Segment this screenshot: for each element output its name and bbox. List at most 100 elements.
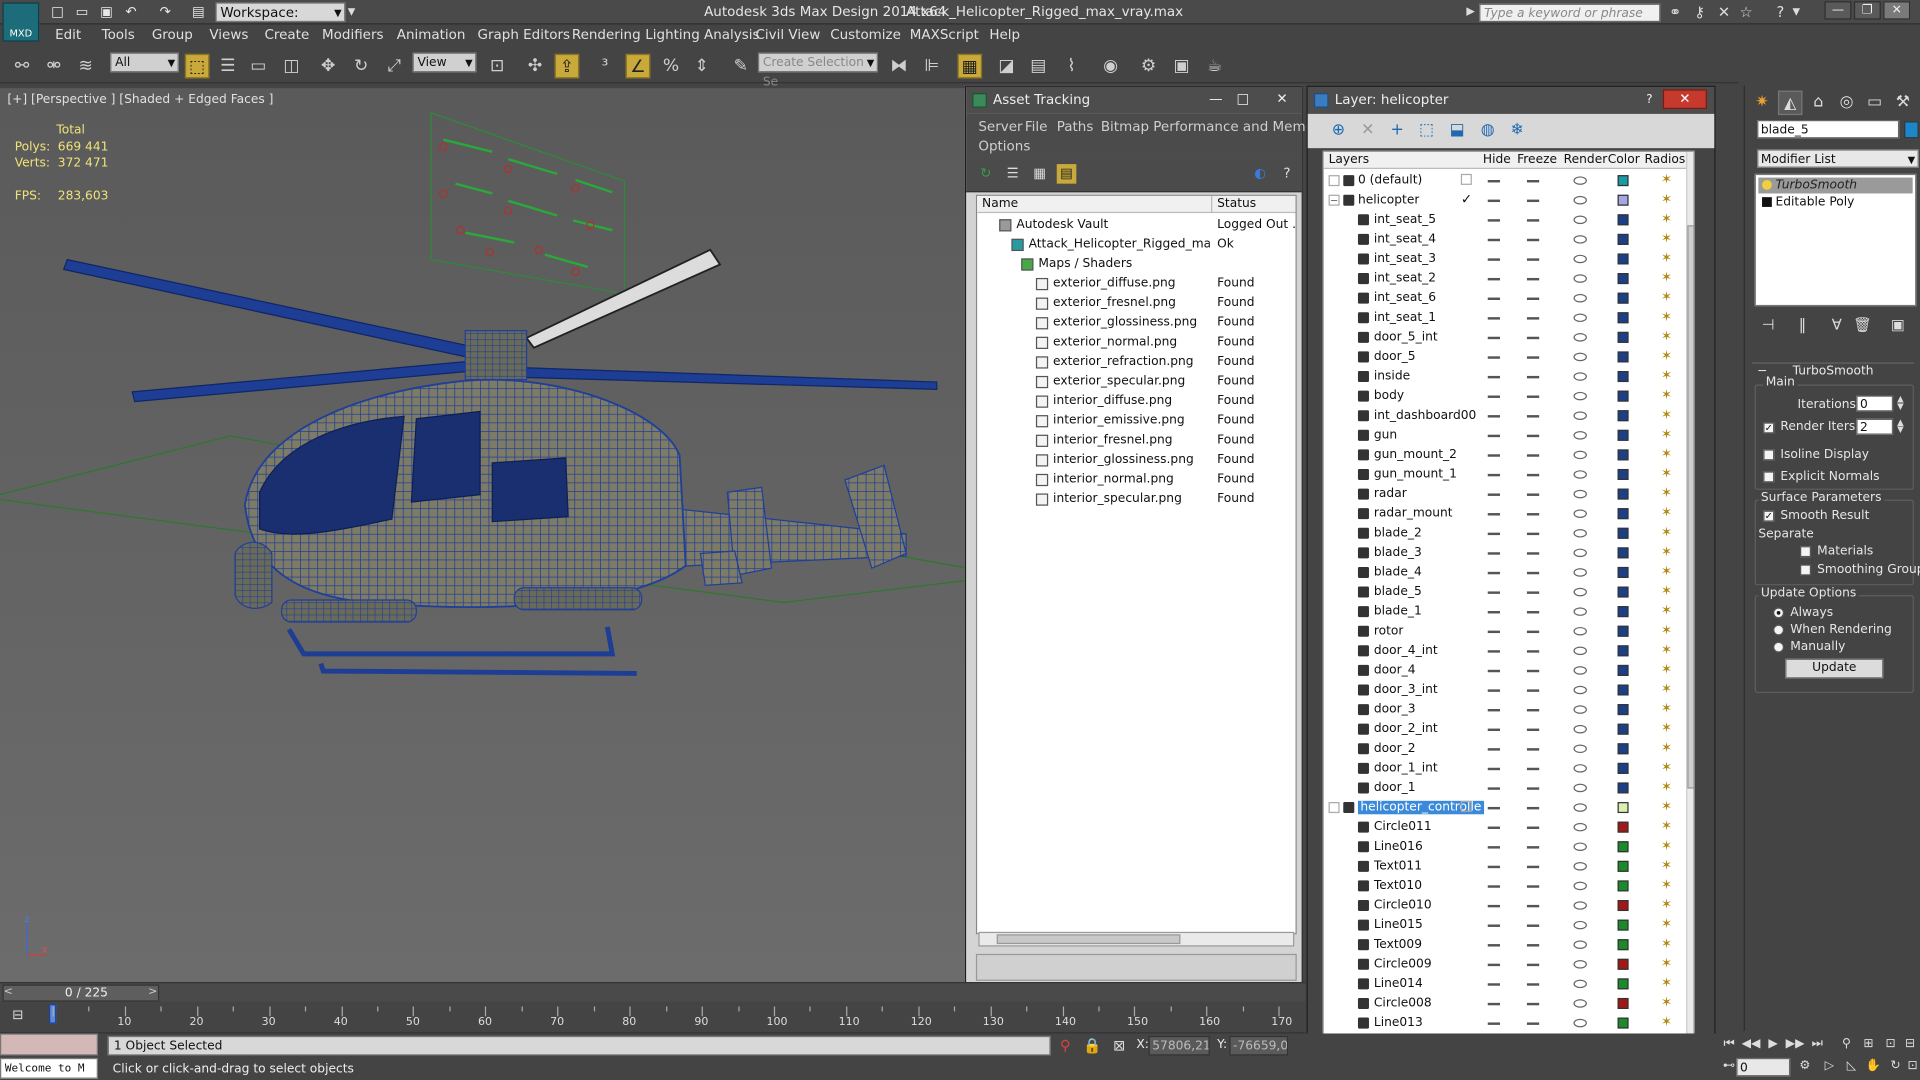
radiosity-icon[interactable]: ✶ [1659, 583, 1674, 599]
render-teapot-icon[interactable] [1573, 901, 1587, 910]
radiosity-icon[interactable]: ✶ [1659, 642, 1674, 658]
restore-icon[interactable]: ❐ [1853, 1, 1881, 20]
menu-bitmap-performance[interactable]: Bitmap Performance and Memory [1101, 119, 1328, 135]
set-current-layer-box[interactable] [1460, 800, 1472, 812]
object-name[interactable]: Line015 [1374, 918, 1423, 931]
menu-rendering[interactable]: Rendering [572, 27, 641, 43]
freeze-toggle[interactable] [1526, 846, 1540, 849]
hide-toggle[interactable] [1487, 846, 1501, 849]
object-name[interactable]: int_seat_1 [1374, 311, 1436, 324]
layer-row[interactable]: Line016 ✶ [1324, 838, 1679, 858]
isolate-selection-icon[interactable]: ⚲ [1056, 1036, 1076, 1056]
render-teapot-icon[interactable] [1573, 744, 1587, 754]
lightbulb-icon[interactable] [1762, 180, 1772, 190]
layer-row[interactable]: Circle008 ✶ [1324, 994, 1679, 1014]
menu-tools[interactable]: Tools [102, 27, 135, 43]
hide-toggle[interactable] [1487, 650, 1501, 653]
scrollbar-thumb[interactable] [1687, 225, 1694, 789]
go-to-end-icon[interactable]: ⏭ [1807, 1036, 1827, 1053]
radiosity-icon[interactable]: ✶ [1659, 329, 1674, 344]
configure-modifier-sets-icon[interactable]: ▣ [1887, 313, 1909, 335]
freeze-toggle[interactable] [1526, 865, 1540, 869]
freeze-toggle[interactable] [1526, 1002, 1540, 1006]
layer-row[interactable]: door_1_int ✶ [1324, 759, 1679, 779]
set-current-layer-box[interactable] [1460, 173, 1472, 185]
layer-color-swatch[interactable] [1617, 997, 1629, 1009]
orbit-icon[interactable]: ▷ [1820, 1058, 1840, 1075]
render-teapot-icon[interactable] [1573, 920, 1587, 930]
object-name[interactable]: door_3_int [1374, 683, 1438, 696]
layer-color-swatch[interactable] [1617, 978, 1629, 990]
freeze-toggle[interactable] [1526, 356, 1540, 359]
hide-toggle[interactable] [1487, 552, 1501, 555]
layer-color-swatch[interactable] [1617, 900, 1629, 912]
hide-toggle[interactable] [1487, 963, 1501, 967]
render-teapot-icon[interactable] [1573, 960, 1587, 969]
new-file-icon[interactable]: □ [49, 4, 66, 21]
object-name[interactable]: Text011 [1374, 860, 1422, 873]
menu-create[interactable]: Create [264, 27, 309, 43]
update-button[interactable]: Update [1785, 658, 1884, 679]
radiosity-icon[interactable]: ✶ [1659, 1014, 1674, 1030]
close-icon[interactable]: ✕ [1883, 1, 1911, 20]
layer-row[interactable]: blade_2 ✶ [1324, 524, 1679, 544]
freeze-toggle[interactable] [1526, 180, 1540, 183]
mirror-icon[interactable]: ⧓ [887, 54, 911, 78]
hide-toggle[interactable] [1487, 806, 1501, 810]
radiosity-icon[interactable]: ✶ [1659, 270, 1674, 286]
mini-curve-editor-icon[interactable]: ⊟ [12, 1007, 32, 1027]
menu-modifiers[interactable]: Modifiers [322, 27, 383, 43]
hide-toggle[interactable] [1487, 983, 1501, 986]
render-teapot-icon[interactable] [1573, 607, 1587, 616]
object-name[interactable]: Circle011 [1374, 820, 1432, 833]
render-teapot-icon[interactable] [1573, 940, 1587, 949]
menu-graph-editors[interactable]: Graph Editors [478, 27, 570, 43]
field-of-view-icon[interactable]: ◺ [1842, 1058, 1862, 1075]
refresh-icon[interactable]: ↻ [976, 164, 996, 184]
freeze-toggle[interactable] [1526, 650, 1540, 653]
infocenter-search-input[interactable]: Type a keyword or phrase [1479, 3, 1661, 23]
hide-toggle[interactable] [1487, 180, 1501, 183]
menu-edit[interactable]: Edit [55, 27, 81, 43]
radiosity-icon[interactable]: ✶ [1659, 466, 1674, 482]
render-teapot-icon[interactable] [1573, 783, 1587, 793]
object-name[interactable]: door_4 [1374, 664, 1416, 677]
selection-filter-dropdown[interactable]: All ▼ [110, 52, 179, 73]
column-render[interactable]: Render [1564, 153, 1608, 166]
asset-row[interactable]: interior_specular.png Found [977, 490, 1295, 510]
layer-color-swatch[interactable] [1617, 351, 1629, 363]
object-name[interactable]: blade_4 [1374, 566, 1422, 579]
layer-color-swatch[interactable] [1617, 371, 1629, 383]
hide-toggle[interactable] [1487, 297, 1501, 301]
hide-toggle[interactable] [1487, 669, 1501, 673]
object-name[interactable]: blade_1 [1374, 605, 1422, 618]
layer-color-swatch[interactable] [1617, 233, 1629, 245]
x-coordinate-field[interactable]: 57806,211 [1148, 1035, 1210, 1056]
render-teapot-icon[interactable] [1573, 215, 1587, 225]
object-name[interactable]: door_1 [1374, 781, 1416, 794]
layer-row[interactable]: Circle010 ✶ [1324, 896, 1679, 916]
radiosity-icon[interactable]: ✶ [1659, 877, 1674, 893]
render-teapot-icon[interactable] [1573, 705, 1587, 714]
object-name[interactable]: door_2_int [1374, 722, 1438, 735]
utilities-tab-icon[interactable]: ⚒ [1891, 91, 1915, 115]
motion-tab-icon[interactable]: ◎ [1834, 91, 1858, 115]
help-dropdown-icon[interactable]: ▼ [1790, 2, 1802, 22]
asset-row[interactable]: interior_fresnel.png Found [977, 431, 1295, 451]
layer-color-swatch[interactable] [1617, 880, 1629, 892]
close-icon[interactable]: ✕ [1270, 89, 1294, 109]
object-name[interactable]: int_seat_2 [1374, 272, 1436, 285]
radiosity-icon[interactable]: ✶ [1659, 486, 1674, 501]
menu-options[interactable]: Options [978, 138, 1030, 154]
layer-color-swatch[interactable] [1617, 782, 1629, 794]
object-name[interactable]: int_seat_6 [1374, 291, 1436, 304]
zoom-extents-all-icon[interactable]: ⊟ [1900, 1036, 1920, 1053]
radiosity-icon[interactable]: ✶ [1659, 838, 1674, 854]
column-hide[interactable]: Hide [1483, 153, 1511, 166]
object-name-field[interactable]: blade_5 [1757, 120, 1900, 139]
render-teapot-icon[interactable] [1573, 842, 1587, 852]
material-editor-icon[interactable]: ◉ [1098, 54, 1122, 78]
make-unique-icon[interactable]: ∀ [1826, 313, 1848, 335]
menu-animation[interactable]: Animation [397, 27, 466, 43]
freeze-toggle[interactable] [1526, 611, 1540, 614]
